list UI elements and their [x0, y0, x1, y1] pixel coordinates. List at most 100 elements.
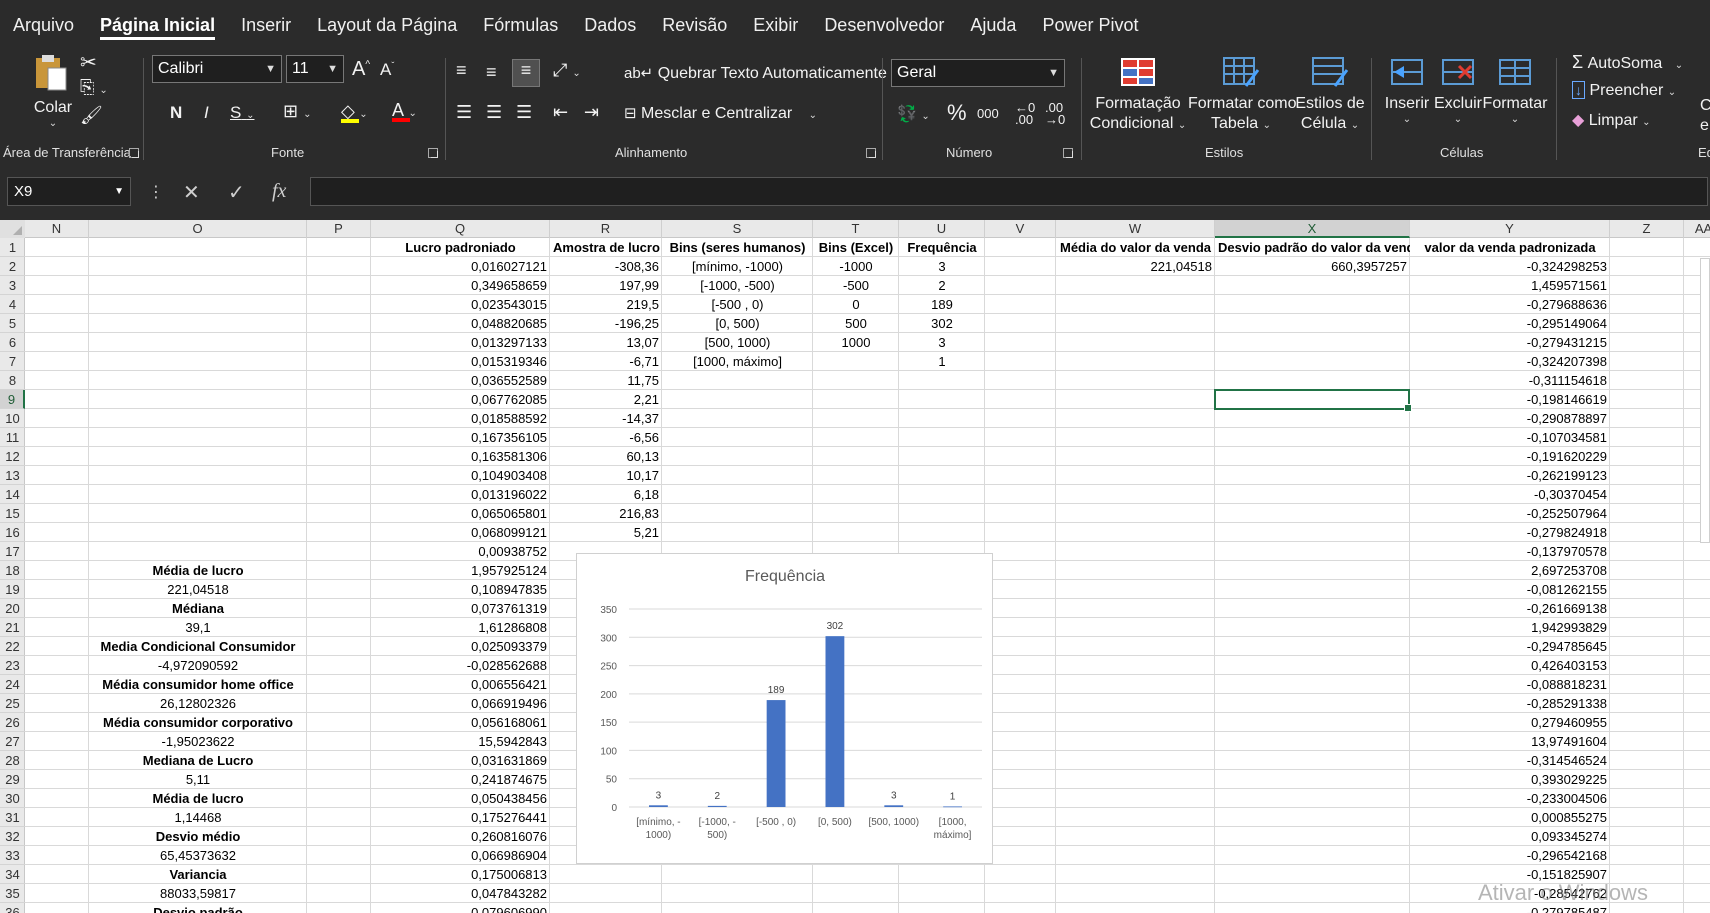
cell-Q7[interactable]: 0,015319346: [371, 352, 550, 371]
menu-tab-pagina-inicial[interactable]: Página Inicial: [87, 0, 228, 50]
cell-Q23[interactable]: -0,028562688: [371, 656, 550, 675]
header-cell-Q[interactable]: Lucro padroniado: [371, 238, 550, 257]
wrap-text-button[interactable]: ab↵ Quebrar Texto Automaticamente: [624, 64, 887, 83]
copy-icon[interactable]: ⎘ ⌄: [80, 77, 108, 98]
cell-R11[interactable]: -6,56: [550, 428, 662, 447]
row-header-34[interactable]: 34: [0, 865, 25, 884]
formula-input[interactable]: [310, 177, 1708, 206]
row-header-30[interactable]: 30: [0, 789, 25, 808]
cell-Y2[interactable]: -0,324298253: [1410, 257, 1610, 276]
column-header-AA[interactable]: AA: [1684, 220, 1710, 238]
cell-Q15[interactable]: 0,065065801: [371, 504, 550, 523]
cell-Q8[interactable]: 0,036552589: [371, 371, 550, 390]
cell-U2[interactable]: 3: [899, 257, 985, 276]
cell-Q12[interactable]: 0,163581306: [371, 447, 550, 466]
cell-Y11[interactable]: -0,107034581: [1410, 428, 1610, 447]
grow-font-icon[interactable]: A^: [352, 58, 370, 81]
menu-tab-arquivo[interactable]: Arquivo: [0, 0, 87, 50]
align-middle-icon[interactable]: ≡: [486, 62, 497, 83]
cell-R7[interactable]: -6,71: [550, 352, 662, 371]
row-header-26[interactable]: 26: [0, 713, 25, 732]
clear-button[interactable]: ◆ Limpar ⌄: [1572, 110, 1651, 130]
cell-Q5[interactable]: 0,048820685: [371, 314, 550, 333]
cell-R6[interactable]: 13,07: [550, 333, 662, 352]
column-header-U[interactable]: U: [899, 220, 985, 238]
cell-O27[interactable]: -1,95023622: [89, 732, 307, 751]
cell-Y4[interactable]: -0,279688636: [1410, 295, 1610, 314]
cell-T5[interactable]: 500: [813, 314, 899, 333]
row-header-9[interactable]: 9: [0, 390, 25, 409]
cell-Y31[interactable]: 0,000855275: [1410, 808, 1610, 827]
cell-T2[interactable]: -1000: [813, 257, 899, 276]
cell-U6[interactable]: 3: [899, 333, 985, 352]
number-format-combo[interactable]: Geral ▼: [891, 59, 1065, 87]
cell-Y16[interactable]: -0,279824918: [1410, 523, 1610, 542]
cell-O33[interactable]: 65,45373632: [89, 846, 307, 865]
row-header-32[interactable]: 32: [0, 827, 25, 846]
cell-Y9[interactable]: -0,198146619: [1410, 390, 1610, 409]
cell-Y8[interactable]: -0,311154618: [1410, 371, 1610, 390]
fill-button[interactable]: ↓ Preencher ⌄: [1572, 81, 1676, 100]
cell-U3[interactable]: 2: [899, 276, 985, 295]
italic-button[interactable]: I: [204, 103, 209, 123]
cell-Y27[interactable]: 13,97491604: [1410, 732, 1610, 751]
cell-Q27[interactable]: 15,5942843: [371, 732, 550, 751]
merge-center-button[interactable]: ⊟ Mesclar e Centralizar ⌄: [624, 104, 817, 123]
row-header-6[interactable]: 6: [0, 333, 25, 352]
cell-Q22[interactable]: 0,025093379: [371, 637, 550, 656]
cell-T3[interactable]: -500: [813, 276, 899, 295]
percent-button[interactable]: %: [947, 100, 967, 126]
column-header-Z[interactable]: Z: [1610, 220, 1684, 238]
cell-Q34[interactable]: 0,175006813: [371, 865, 550, 884]
row-header-35[interactable]: 35: [0, 884, 25, 903]
frequency-chart[interactable]: Frequência 0 50 100 150 200 250 300 350 3 [mínimo,…: [576, 553, 993, 864]
cell-Q31[interactable]: 0,175276441: [371, 808, 550, 827]
cell-R2[interactable]: -308,36: [550, 257, 662, 276]
row-header-11[interactable]: 11: [0, 428, 25, 447]
cell-Y5[interactable]: -0,295149064: [1410, 314, 1610, 333]
cell-Y21[interactable]: 1,942993829: [1410, 618, 1610, 637]
cell-O28[interactable]: Mediana de Lucro: [89, 751, 307, 770]
row-header-19[interactable]: 19: [0, 580, 25, 599]
cell-Q3[interactable]: 0,349658659: [371, 276, 550, 295]
cell-O30[interactable]: Média de lucro: [89, 789, 307, 808]
cell-Q10[interactable]: 0,018588592: [371, 409, 550, 428]
cell-Y17[interactable]: -0,137970578: [1410, 542, 1610, 561]
font-size-combo[interactable]: 11 ▼: [286, 55, 344, 83]
menu-tab-power-pivot[interactable]: Power Pivot: [1029, 0, 1151, 50]
number-launcher-icon[interactable]: [1063, 148, 1073, 158]
cell-Q35[interactable]: 0,047843282: [371, 884, 550, 903]
cell-R8[interactable]: 11,75: [550, 371, 662, 390]
align-bottom-icon[interactable]: ≡: [512, 59, 540, 87]
cell-T4[interactable]: 0: [813, 295, 899, 314]
format-cells-button[interactable]: Formatar ⌄: [1480, 56, 1550, 125]
decrease-decimal-icon[interactable]: .00 →0: [1045, 101, 1065, 126]
cell-O26[interactable]: Média consumidor corporativo: [89, 713, 307, 732]
font-name-combo[interactable]: Calibri ▼: [152, 55, 282, 83]
row-header-31[interactable]: 31: [0, 808, 25, 827]
cell-R4[interactable]: 219,5: [550, 295, 662, 314]
menu-tab-ajuda[interactable]: Ajuda: [957, 0, 1029, 50]
cell-R13[interactable]: 10,17: [550, 466, 662, 485]
cell-U4[interactable]: 189: [899, 295, 985, 314]
cell-U5[interactable]: 302: [899, 314, 985, 333]
cell-Y6[interactable]: -0,279431215: [1410, 333, 1610, 352]
menu-tab-layout-da-pagina[interactable]: Layout da Página: [304, 0, 470, 50]
cell-Y32[interactable]: 0,093345274: [1410, 827, 1610, 846]
cell-S5[interactable]: [0, 500): [662, 314, 813, 333]
cell-Q6[interactable]: 0,013297133: [371, 333, 550, 352]
row-header-14[interactable]: 14: [0, 485, 25, 504]
cell-styles-button[interactable]: Estilos de Célula ⌄: [1288, 56, 1372, 136]
cell-O22[interactable]: Media Condicional Consumidor: [89, 637, 307, 656]
cell-Y14[interactable]: -0,30370454: [1410, 485, 1610, 504]
cell-Y33[interactable]: -0,296542168: [1410, 846, 1610, 865]
currency-button[interactable]: 💱 ⌄: [897, 104, 930, 124]
row-header-3[interactable]: 3: [0, 276, 25, 295]
column-header-V[interactable]: V: [985, 220, 1056, 238]
menu-tab-exibir[interactable]: Exibir: [740, 0, 811, 50]
row-header-7[interactable]: 7: [0, 352, 25, 371]
underline-button[interactable]: S ⌄: [230, 103, 254, 123]
cell-Y13[interactable]: -0,262199123: [1410, 466, 1610, 485]
paste-button[interactable]: Colar ⌄: [30, 52, 76, 129]
row-header-17[interactable]: 17: [0, 542, 25, 561]
